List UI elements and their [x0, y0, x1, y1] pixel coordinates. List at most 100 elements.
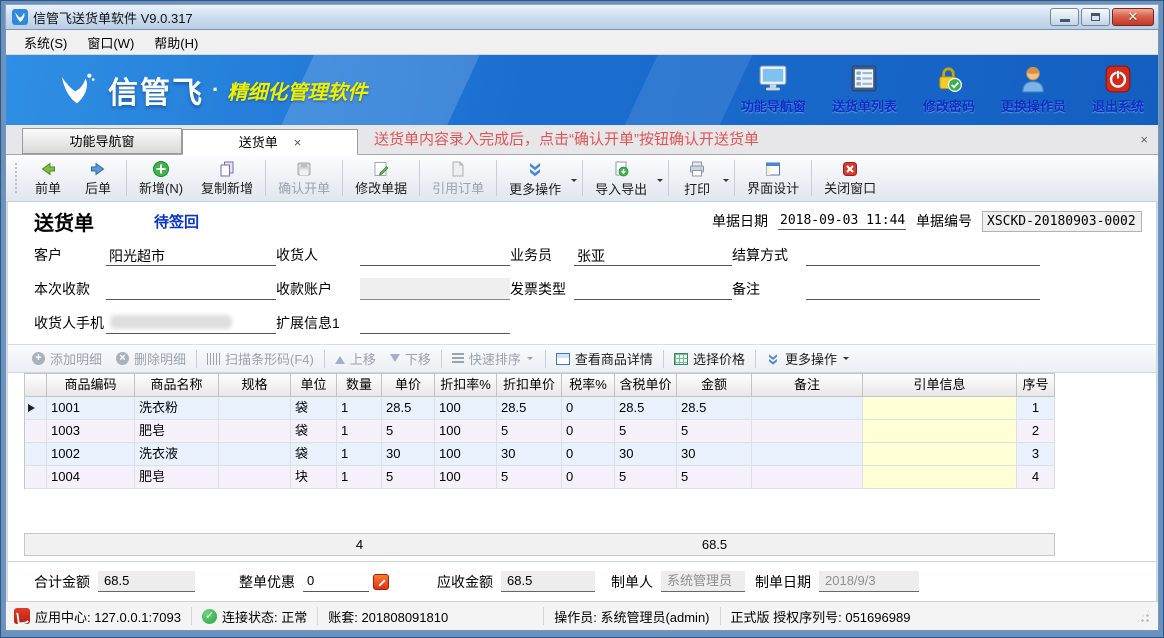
table-row[interactable]: 1004 肥皂 块 1 5 100 5 0 5 5 4 — [25, 466, 1055, 489]
close-window-button[interactable]: 关闭窗口 — [815, 155, 885, 201]
banner-action-delivery-list[interactable]: 送货单列表 — [832, 65, 897, 115]
cell[interactable]: 1001 — [47, 397, 135, 420]
cell[interactable]: 5 — [382, 466, 435, 489]
cell[interactable]: 5 — [382, 420, 435, 443]
ui-design-button[interactable]: 界面设计 — [738, 155, 808, 201]
table-row[interactable]: 1003 肥皂 袋 1 5 100 5 0 5 5 2 — [25, 420, 1055, 443]
menu-window[interactable]: 窗口(W) — [77, 30, 144, 55]
cell[interactable]: 30 — [615, 443, 677, 466]
cell[interactable]: 5 — [677, 420, 752, 443]
cell[interactable]: 30 — [382, 443, 435, 466]
cell[interactable] — [863, 466, 1017, 489]
banner-action-change-password[interactable]: 修改密码 — [923, 65, 975, 115]
tab-close-icon[interactable]: × — [294, 130, 302, 155]
cell[interactable]: 28.5 — [615, 397, 677, 420]
resize-grip[interactable] — [1136, 609, 1150, 623]
cell[interactable]: 28.5 — [497, 397, 562, 420]
discount-edit-icon[interactable] — [373, 574, 389, 590]
cell[interactable]: 1003 — [47, 420, 135, 443]
ext1-field[interactable] — [360, 312, 510, 334]
cell[interactable]: 袋 — [291, 420, 337, 443]
maximize-button[interactable] — [1081, 8, 1110, 26]
next-doc-button[interactable]: 后单 — [73, 155, 123, 201]
cell[interactable]: 1 — [337, 420, 382, 443]
cell[interactable] — [863, 443, 1017, 466]
cell[interactable] — [752, 420, 863, 443]
cell[interactable]: 1002 — [47, 443, 135, 466]
invoice-type-field[interactable] — [574, 278, 732, 300]
cell[interactable]: 100 — [435, 443, 497, 466]
remark-field[interactable] — [806, 278, 1040, 300]
move-up-button[interactable]: 上移 — [328, 349, 383, 368]
cell[interactable]: 袋 — [291, 397, 337, 420]
table-row[interactable]: 1001 洗衣粉 袋 1 28.5 100 28.5 0 28.5 28.5 1 — [25, 397, 1055, 420]
modify-doc-button[interactable]: 修改单据 — [346, 155, 416, 201]
cell[interactable] — [863, 420, 1017, 443]
cell[interactable]: 5 — [497, 420, 562, 443]
cell[interactable]: 30 — [497, 443, 562, 466]
cell[interactable]: 5 — [615, 420, 677, 443]
banner-action-exit-system[interactable]: 退出系统 — [1092, 65, 1144, 115]
quick-sort-button[interactable]: 快速排序 — [445, 349, 542, 368]
menu-system[interactable]: 系统(S) — [14, 30, 77, 55]
cell[interactable]: 100 — [435, 466, 497, 489]
tabstrip-close-icon[interactable]: × — [1140, 135, 1148, 145]
cell[interactable]: 28.5 — [382, 397, 435, 420]
cell[interactable]: 4 — [1017, 466, 1055, 489]
cell[interactable] — [752, 397, 863, 420]
cell[interactable]: 1 — [337, 466, 382, 489]
move-down-button[interactable]: 下移 — [383, 349, 438, 368]
menu-help[interactable]: 帮助(H) — [144, 30, 208, 55]
cell[interactable]: 1 — [1017, 397, 1055, 420]
cell[interactable]: 2 — [1017, 420, 1055, 443]
phone-field[interactable] — [106, 312, 276, 334]
cell[interactable]: 洗衣粉 — [135, 397, 219, 420]
banner-action-switch-operator[interactable]: 更换操作员 — [1001, 65, 1066, 115]
salesman-field[interactable]: 张亚 — [574, 244, 732, 266]
cell[interactable]: 0 — [562, 420, 615, 443]
cell[interactable] — [752, 443, 863, 466]
cell[interactable]: 洗衣液 — [135, 443, 219, 466]
cell[interactable]: 5 — [497, 466, 562, 489]
cell[interactable]: 5 — [615, 466, 677, 489]
cell[interactable]: 肥皂 — [135, 466, 219, 489]
tab-nav-window[interactable]: 功能导航窗 — [22, 128, 182, 154]
cell[interactable] — [863, 397, 1017, 420]
cell[interactable] — [219, 397, 291, 420]
cell[interactable] — [219, 420, 291, 443]
ref-order-button[interactable]: 引用订单 — [423, 155, 493, 201]
minimize-button[interactable] — [1050, 8, 1079, 26]
cell[interactable]: 0 — [562, 466, 615, 489]
cell[interactable]: 100 — [435, 397, 497, 420]
settlement-field[interactable] — [806, 244, 1040, 266]
copy-new-button[interactable]: 复制新增 — [192, 155, 262, 201]
cell[interactable]: 1004 — [47, 466, 135, 489]
prev-doc-button[interactable]: 前单 — [23, 155, 73, 201]
cell[interactable]: 100 — [435, 420, 497, 443]
add-detail-button[interactable]: + 添加明细 — [25, 349, 109, 368]
cell[interactable]: 28.5 — [677, 397, 752, 420]
cell[interactable]: 1 — [337, 397, 382, 420]
new-button[interactable]: 新增(N) — [130, 155, 192, 201]
customer-field[interactable]: 阳光超市 — [106, 244, 276, 266]
cell[interactable]: 0 — [562, 443, 615, 466]
import-export-button[interactable]: 导入导出 — [586, 155, 656, 202]
delete-detail-button[interactable]: × 删除明细 — [109, 349, 193, 368]
cell[interactable]: 0 — [562, 397, 615, 420]
cell[interactable]: 3 — [1017, 443, 1055, 466]
cell[interactable]: 30 — [677, 443, 752, 466]
cell[interactable]: 5 — [677, 466, 752, 489]
more-actions-button[interactable]: 更多操作 — [500, 155, 570, 202]
cell[interactable] — [219, 443, 291, 466]
doc-date-field[interactable]: 2018-09-03 11:44 — [778, 212, 906, 230]
tab-delivery-note[interactable]: 送货单 × — [182, 129, 358, 155]
detail-more-actions-button[interactable]: 更多操作 — [759, 349, 858, 368]
cell[interactable] — [752, 466, 863, 489]
confirm-issue-button[interactable]: 确认开单 — [269, 155, 339, 201]
cell[interactable]: 1 — [337, 443, 382, 466]
cell[interactable]: 袋 — [291, 443, 337, 466]
cell[interactable]: 块 — [291, 466, 337, 489]
close-button[interactable]: ✕ — [1112, 8, 1154, 26]
receiver-field[interactable] — [360, 244, 510, 266]
view-product-button[interactable]: 查看商品详情 — [549, 349, 660, 368]
